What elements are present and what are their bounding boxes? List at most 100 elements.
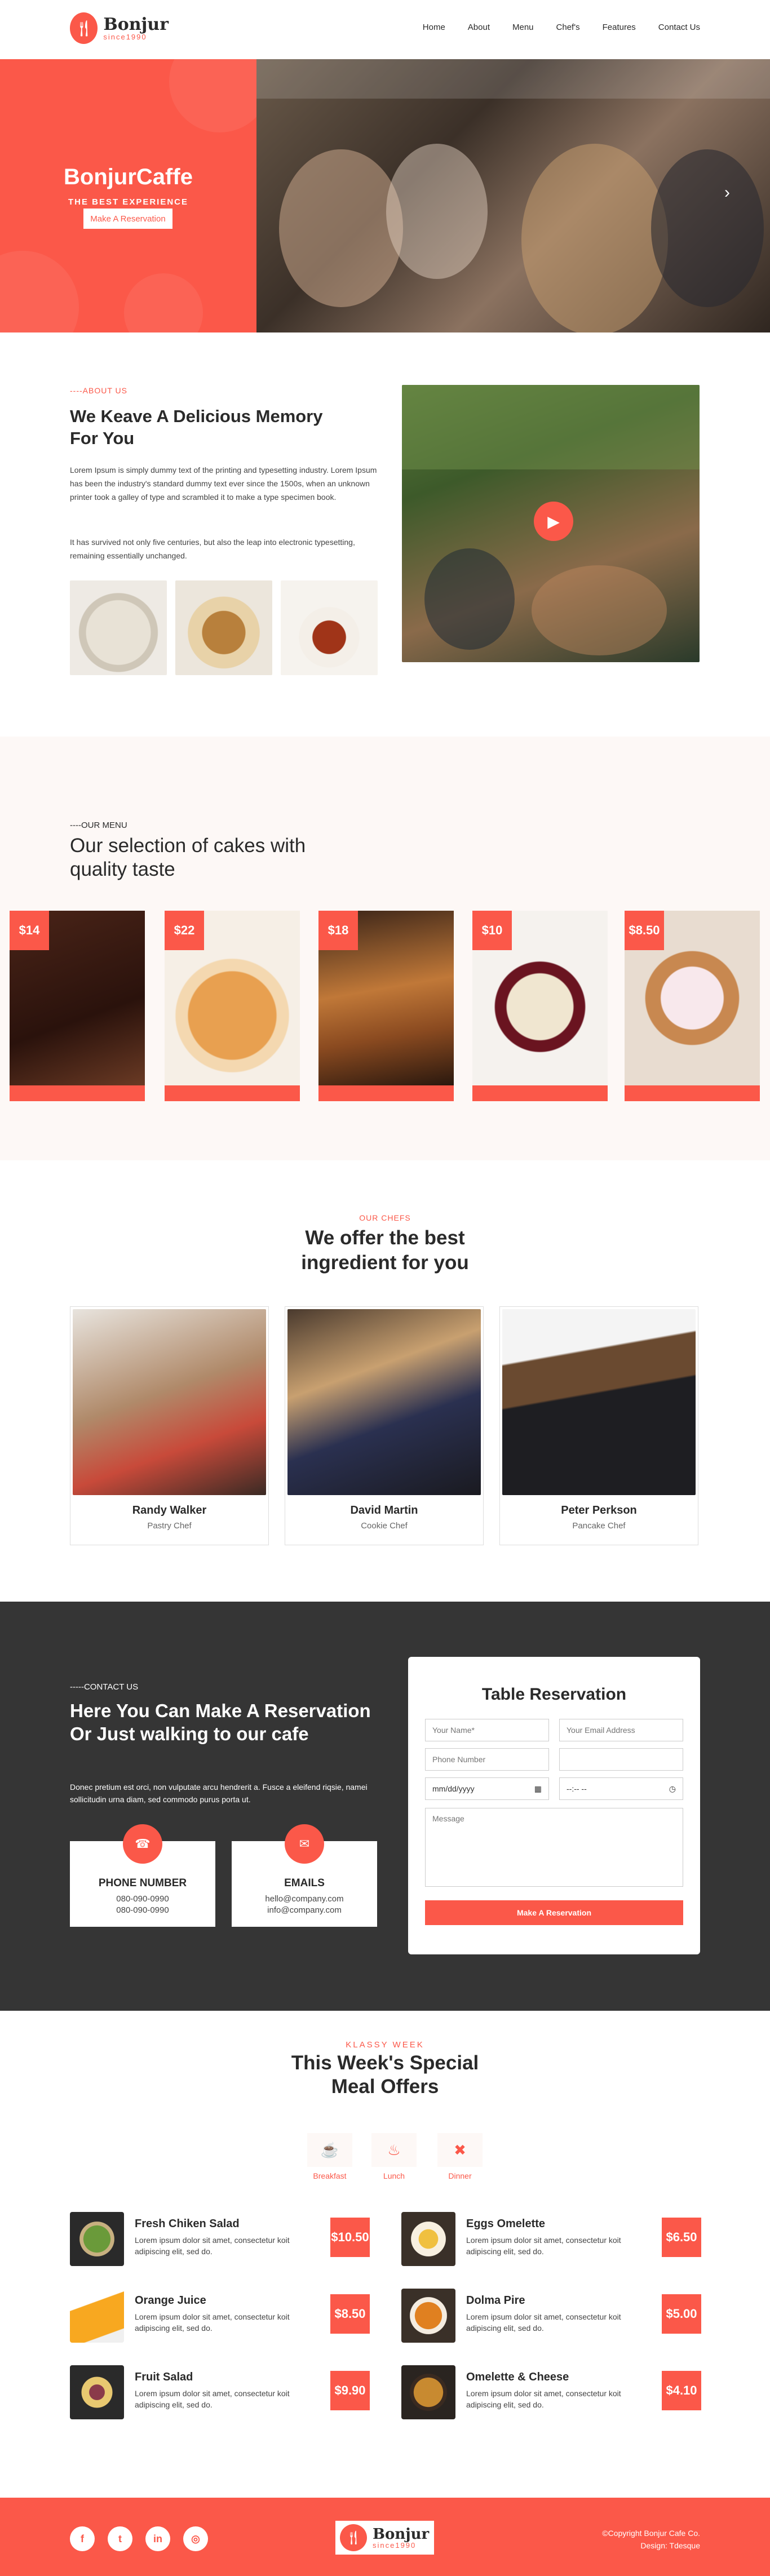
hero-reservation-button[interactable]: Make A Reservation: [83, 209, 172, 229]
offer-item[interactable]: Eggs Omelette Lorem ipsum dolor sit amet…: [401, 2212, 719, 2266]
time-input[interactable]: --:-- -- ◷: [559, 1777, 683, 1800]
play-icon[interactable]: ▶: [534, 502, 573, 541]
chef-photo: [287, 1309, 481, 1495]
calendar-icon: ▦: [534, 1784, 542, 1793]
dinner-icon: ✖: [437, 2133, 483, 2167]
envelope-icon: ✉: [285, 1824, 324, 1864]
offer-image: [401, 2212, 455, 2266]
reservation-title: Table Reservation: [481, 1685, 627, 1704]
facebook-icon[interactable]: f: [70, 2526, 95, 2551]
chef-name: David Martin: [350, 1504, 418, 1517]
menu-item-card[interactable]: $10: [472, 911, 608, 1101]
price-badge: $18: [318, 911, 358, 950]
guests-input[interactable]: [559, 1748, 683, 1771]
about-label: ----ABOUT US: [70, 386, 127, 395]
nav-about[interactable]: About: [468, 23, 490, 32]
offer-image: [401, 2289, 455, 2343]
price-badge: $10: [472, 911, 512, 950]
email-title: EMAILS: [284, 1877, 325, 1889]
menu-heading: Our selection of cakes with quality tast…: [70, 835, 306, 880]
menu-item-card[interactable]: $22: [165, 911, 300, 1101]
chef-role: Cookie Chef: [361, 1521, 408, 1531]
hero-subtitle: THE BEST EXPERIENCE: [68, 197, 189, 207]
fork-spoon-icon: 🍴︎: [340, 2524, 367, 2551]
chef-card[interactable]: Randy Walker Pastry Chef: [70, 1306, 269, 1545]
phone-number[interactable]: 080-090-0990: [70, 1905, 215, 1915]
offer-name: Dolma Pire: [466, 2294, 525, 2307]
email-address[interactable]: hello@company.com: [232, 1894, 377, 1904]
about-heading: We Keave A Delicious Memory For You: [70, 406, 323, 448]
offer-name: Orange Juice: [135, 2294, 206, 2307]
about-thumbnail-bowl: [175, 580, 272, 675]
phone-card: ☎ PHONE NUMBER 080-090-0990 080-090-0990: [70, 1824, 215, 1927]
hero-panel: [0, 59, 256, 332]
message-textarea[interactable]: [425, 1808, 683, 1887]
phone-number[interactable]: 080-090-0990: [70, 1894, 215, 1904]
twitter-icon[interactable]: t: [108, 2526, 132, 2551]
offer-item[interactable]: Orange Juice Lorem ipsum dolor sit amet,…: [70, 2289, 388, 2343]
menu-item-card[interactable]: $8.50: [625, 911, 760, 1101]
make-reservation-button[interactable]: Make A Reservation: [425, 1900, 683, 1925]
offer-desc: Lorem ipsum dolor sit amet, consectetur …: [135, 2236, 290, 2256]
name-input[interactable]: [425, 1719, 549, 1741]
offer-price: $4.10: [662, 2371, 701, 2410]
about-paragraph-2: It has survived not only five centuries,…: [70, 538, 355, 560]
about-thumbnail-dumplings: [70, 580, 167, 675]
nav-menu[interactable]: Menu: [512, 23, 534, 32]
nav-home[interactable]: Home: [423, 23, 445, 32]
brand-name: Bonjur: [103, 14, 169, 34]
offer-price: $10.50: [330, 2218, 370, 2257]
offer-desc: Lorem ipsum dolor sit amet, consectetur …: [135, 2389, 290, 2409]
nav-chefs[interactable]: Chef's: [556, 23, 580, 32]
linkedin-icon[interactable]: in: [145, 2526, 170, 2551]
tab-dinner[interactable]: ✖ Dinner: [435, 2133, 485, 2185]
tab-lunch[interactable]: ♨ Lunch: [369, 2133, 419, 2185]
menu-item-card[interactable]: $18: [318, 911, 454, 1101]
offer-price: $5.00: [662, 2294, 701, 2334]
clock-icon: ◷: [669, 1784, 676, 1793]
about-thumbnail-tea: [281, 580, 378, 675]
phone-input[interactable]: [425, 1748, 549, 1771]
contact-label: -----CONTACT US: [70, 1682, 139, 1692]
offer-desc: Lorem ipsum dolor sit amet, consectetur …: [466, 2389, 621, 2409]
nav-contact[interactable]: Contact Us: [658, 23, 700, 32]
offer-desc: Lorem ipsum dolor sit amet, consectetur …: [135, 2312, 290, 2333]
offer-name: Omelette & Cheese: [466, 2371, 569, 2383]
lunch-icon: ♨: [371, 2133, 417, 2167]
brand-logo[interactable]: 🍴︎ Bonjur since1990: [70, 11, 169, 45]
offer-item[interactable]: Fresh Chiken Salad Lorem ipsum dolor sit…: [70, 2212, 388, 2266]
chef-name: Randy Walker: [132, 1504, 207, 1517]
email-input[interactable]: [559, 1719, 683, 1741]
chef-card[interactable]: Peter Perkson Pancake Chef: [499, 1306, 698, 1545]
price-badge: $8.50: [625, 911, 664, 950]
offers-heading: This Week's Special Meal Offers: [291, 2052, 479, 2098]
chefs-label: OUR CHEFS: [359, 1213, 411, 1222]
offer-desc: Lorem ipsum dolor sit amet, consectetur …: [466, 2312, 621, 2333]
offer-item[interactable]: Fruit Salad Lorem ipsum dolor sit amet, …: [70, 2365, 388, 2419]
offer-image: [70, 2289, 124, 2343]
instagram-icon[interactable]: ◎: [183, 2526, 208, 2551]
main-nav: Home About Menu Chef's Features Contact …: [423, 23, 700, 32]
date-input[interactable]: mm/dd/yyyy ▦: [425, 1777, 549, 1800]
hero-title: BonjurCaffe: [64, 165, 193, 189]
tab-breakfast[interactable]: ☕ Breakfast: [304, 2133, 355, 2185]
offer-desc: Lorem ipsum dolor sit amet, consectetur …: [466, 2236, 621, 2256]
offer-name: Eggs Omelette: [466, 2218, 546, 2230]
email-address[interactable]: info@company.com: [232, 1905, 377, 1915]
hero-image: [256, 59, 770, 332]
offer-item[interactable]: Omelette & Cheese Lorem ipsum dolor sit …: [401, 2365, 719, 2419]
nav-features[interactable]: Features: [603, 23, 636, 32]
phone-title: PHONE NUMBER: [98, 1877, 187, 1889]
chef-card[interactable]: David Martin Cookie Chef: [285, 1306, 484, 1545]
chef-role: Pancake Chef: [572, 1521, 626, 1531]
menu-label: ----OUR MENU: [70, 821, 127, 830]
menu-item-card[interactable]: $14: [10, 911, 145, 1101]
chevron-right-icon[interactable]: ›: [724, 183, 730, 202]
footer-logo[interactable]: 🍴︎ Bonjur since1990: [335, 2521, 434, 2555]
chef-name: Peter Perkson: [561, 1504, 637, 1517]
about-paragraph-1: Lorem Ipsum is simply dummy text of the …: [70, 465, 377, 502]
site-header: 🍴︎ Bonjur since1990 Home About Menu Chef…: [0, 0, 770, 59]
fork-spoon-icon: 🍴︎: [70, 12, 98, 44]
chef-photo: [502, 1309, 696, 1495]
offer-item[interactable]: Dolma Pire Lorem ipsum dolor sit amet, c…: [401, 2289, 719, 2343]
